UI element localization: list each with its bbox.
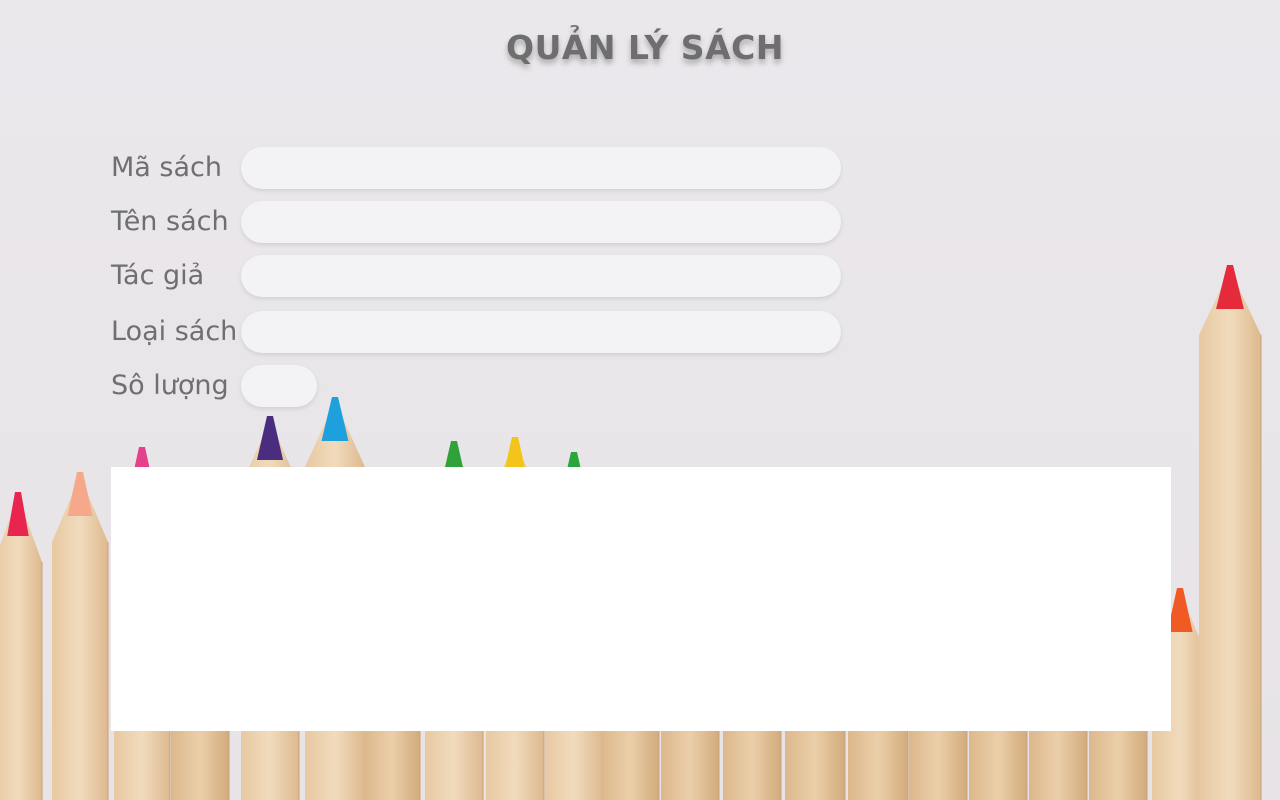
page-title: QUẢN LÝ SÁCH — [506, 28, 784, 67]
tac-gia-input[interactable] — [241, 255, 841, 297]
so-luong-input[interactable] — [241, 365, 317, 407]
pencil-decoration — [0, 492, 43, 800]
loai-sach-input[interactable] — [241, 311, 841, 353]
loai-sach-label: Loại sách — [111, 316, 238, 347]
pencil-decoration — [1199, 265, 1262, 800]
ten-sach-input[interactable] — [241, 201, 841, 243]
so-luong-label: Sô lượng — [111, 370, 229, 401]
book-table-area[interactable] — [111, 467, 1171, 731]
ten-sach-label: Tên sách — [111, 206, 229, 237]
pencil-decoration — [52, 472, 109, 800]
ma-sach-input[interactable] — [241, 147, 841, 189]
tac-gia-label: Tác giả — [111, 260, 205, 291]
ma-sach-label: Mã sách — [111, 152, 222, 183]
